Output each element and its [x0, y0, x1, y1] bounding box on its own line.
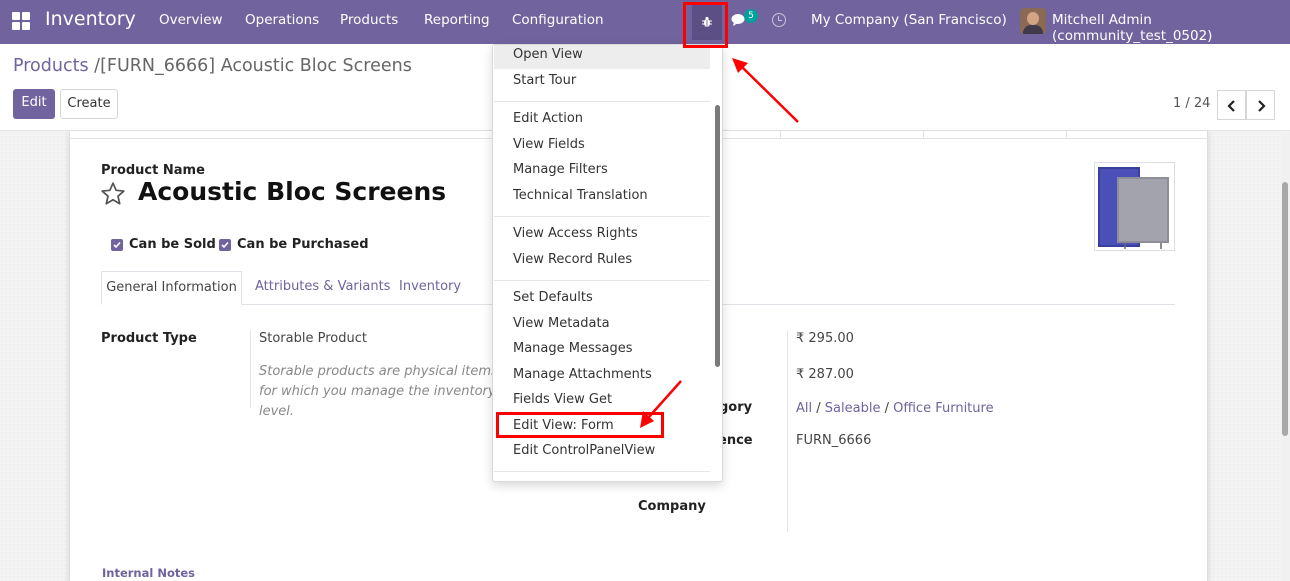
annotation-arrows [640, 58, 799, 428]
arrow-to-edit-view-form [640, 380, 682, 428]
arrow-to-debug-button [732, 58, 799, 123]
